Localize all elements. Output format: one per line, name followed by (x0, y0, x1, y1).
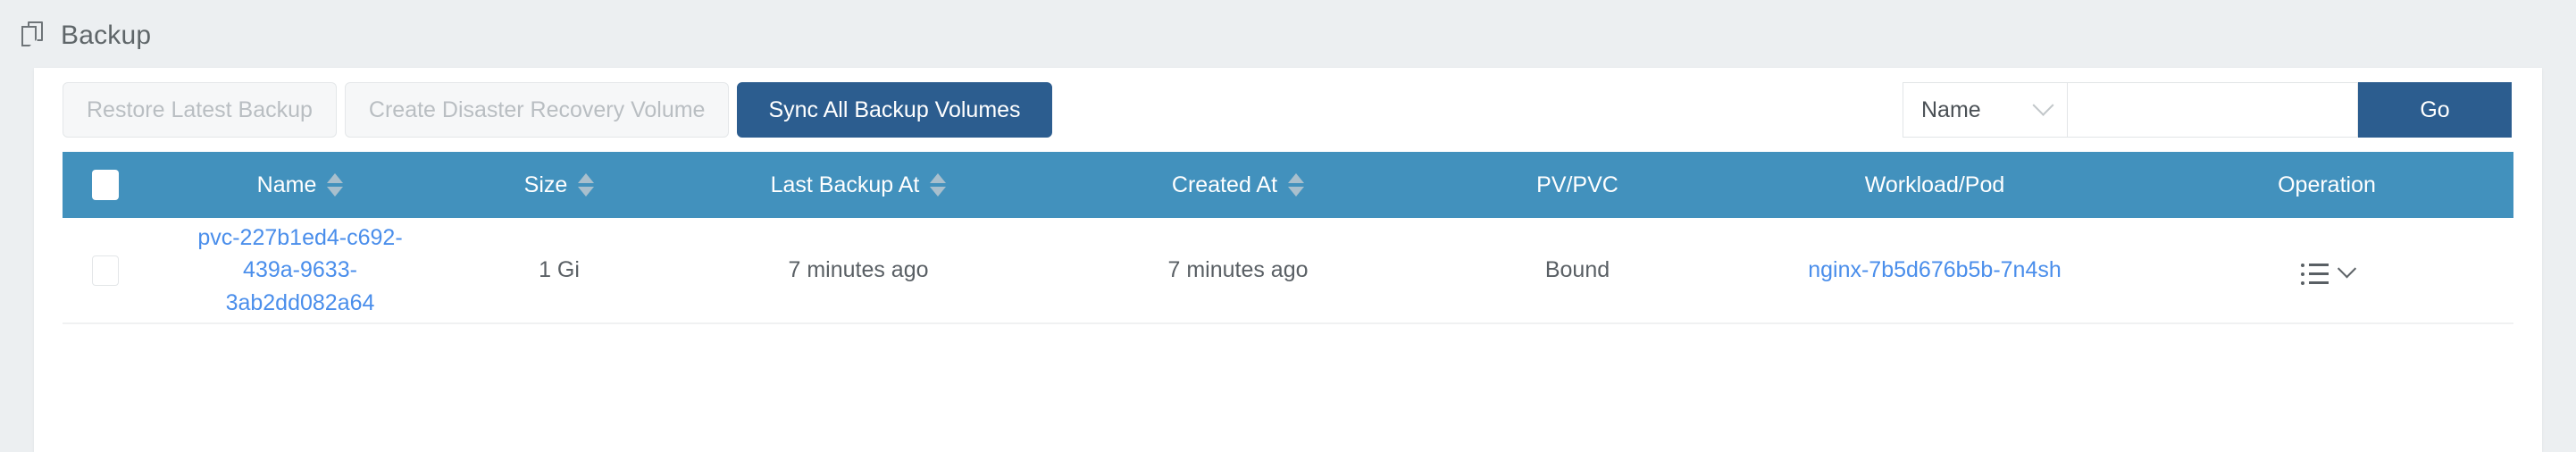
column-header-last-backup-at[interactable]: Last Backup At (666, 152, 1050, 218)
search-input[interactable] (2068, 82, 2358, 138)
row-pv-pvc-cell: Bound (1544, 257, 1610, 282)
chevron-down-icon (2032, 94, 2054, 116)
column-header-created-at[interactable]: Created At (1050, 152, 1426, 218)
column-label-last-backup-at: Last Backup At (770, 172, 920, 197)
select-all-checkbox[interactable] (92, 170, 119, 200)
row-operation-menu-button[interactable] (2288, 255, 2366, 294)
sort-icon-last-backup-at[interactable] (930, 173, 947, 197)
create-disaster-recovery-volume-button[interactable]: Create Disaster Recovery Volume (344, 82, 730, 138)
backup-volume-link[interactable]: pvc-227b1ed4-c692-439a-9633-3ab2dd082a64 (171, 222, 430, 319)
row-created-at-cell: 7 minutes ago (1167, 257, 1309, 282)
workload-pod-link[interactable]: nginx-7b5d676b5b-7n4sh (1808, 257, 2062, 282)
select-all-header (63, 152, 148, 218)
restore-latest-backup-button[interactable]: Restore Latest Backup (63, 82, 337, 138)
row-last-backup-at-cell: 7 minutes ago (788, 257, 929, 282)
row-operation-cell (2140, 218, 2513, 323)
column-header-size[interactable]: Size (452, 152, 666, 218)
toolbar: Restore Latest Backup Create Disaster Re… (34, 68, 2542, 152)
row-checkbox[interactable] (92, 255, 119, 286)
sort-icon-size[interactable] (578, 173, 595, 197)
column-header-pv-pvc: PV/PVC (1536, 172, 1618, 197)
table-header-row: Name Size Last Backup At Created At PV/P… (63, 152, 2513, 218)
backup-volumes-table: Name Size Last Backup At Created At PV/P… (63, 152, 2513, 324)
column-label-created-at: Created At (1171, 172, 1278, 197)
column-header-name[interactable]: Name (148, 152, 452, 218)
search-filter-select[interactable]: Name (1903, 82, 2068, 138)
row-name-cell: pvc-227b1ed4-c692-439a-9633-3ab2dd082a64 (148, 218, 452, 323)
column-header-workload-pod: Workload/Pod (1864, 172, 2005, 197)
search-filter-value: Name (1921, 96, 1981, 122)
column-label-size: Size (523, 172, 568, 197)
row-size-cell: 1 Gi (539, 257, 580, 282)
table-row: pvc-227b1ed4-c692-439a-9633-3ab2dd082a64… (63, 218, 2513, 323)
table-body: pvc-227b1ed4-c692-439a-9633-3ab2dd082a64… (63, 218, 2513, 323)
list-menu-icon (2300, 263, 2329, 285)
backup-card: Restore Latest Backup Create Disaster Re… (34, 68, 2542, 452)
page-header: Backup (0, 0, 2576, 55)
chevron-down-icon (2337, 259, 2356, 279)
search-group: Name Go (1903, 82, 2512, 138)
search-go-button[interactable]: Go (2358, 82, 2512, 138)
column-label-name: Name (256, 172, 317, 197)
column-header-operation: Operation (2278, 172, 2376, 197)
row-workload-pod-cell: nginx-7b5d676b5b-7n4sh (1729, 218, 2140, 323)
sort-icon-created-at[interactable] (1288, 173, 1305, 197)
sync-all-backup-volumes-button[interactable]: Sync All Backup Volumes (737, 82, 1052, 138)
copy-document-icon (21, 21, 48, 50)
backup-page: Backup Restore Latest Backup Create Disa… (0, 0, 2576, 452)
page-title: Backup (61, 21, 152, 50)
row-select-cell (63, 218, 148, 323)
table-header: Name Size Last Backup At Created At PV/P… (63, 152, 2513, 218)
sort-icon-name[interactable] (327, 173, 344, 197)
